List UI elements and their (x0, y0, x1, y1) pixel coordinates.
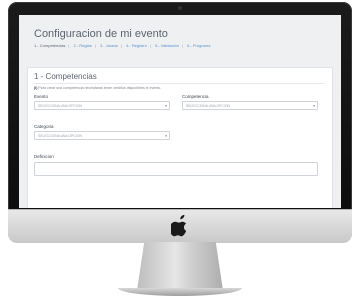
step-registro[interactable]: 4.- Registro (126, 43, 147, 48)
categoria-placeholder: SELECCIONA UNA OPCION (38, 134, 82, 138)
page-title: Configuracion de mi evento (34, 28, 168, 40)
section-title: 1 - Competencias (34, 72, 97, 81)
competencia-placeholder: SELECCIONA UNA OPCION (186, 104, 230, 108)
divider (34, 83, 324, 84)
step-jurado[interactable]: 3.- Jurado (100, 43, 118, 48)
definicion-label: Definicion (34, 154, 54, 159)
step-competencias[interactable]: 1.- Competencias (34, 43, 65, 48)
monitor-chin (8, 209, 352, 243)
evento-select[interactable]: SELECCIONA UNA OPCION ▾ (34, 101, 170, 110)
step-separator: | (68, 43, 70, 48)
chevron-down-icon: ▾ (165, 134, 167, 138)
chevron-down-icon: ▾ (313, 104, 315, 108)
info-hint: (i) Para crear una competencia necesitar… (34, 86, 161, 90)
step-separator: | (181, 43, 183, 48)
step-programa[interactable]: 6.- Programa (187, 43, 210, 48)
apple-logo-icon (171, 215, 187, 237)
competencia-label: Competencia (182, 94, 209, 99)
imac-monitor: Configuracion de mi evento 1.- Competenc… (8, 2, 352, 243)
camera (178, 6, 182, 10)
step-validacion[interactable]: 5.- Validación (155, 43, 179, 48)
step-separator: | (149, 43, 151, 48)
competencias-card: 1 - Competencias (i) Para crear una comp… (27, 67, 333, 208)
hint-text: Para crear una competencia necesitaras t… (37, 86, 162, 90)
definicion-textarea[interactable] (34, 162, 318, 176)
evento-label: Evento (34, 94, 49, 99)
categoria-select[interactable]: SELECCIONA UNA OPCION ▾ (34, 131, 170, 140)
evento-placeholder: SELECCIONA UNA OPCION (38, 104, 82, 108)
stand-neck (136, 242, 224, 292)
step-separator: | (120, 43, 122, 48)
competencia-select[interactable]: SELECCIONA UNA OPCION ▾ (182, 101, 318, 110)
categoria-label: Categoria (34, 124, 54, 129)
step-separator: | (94, 43, 96, 48)
steps-breadcrumb: 1.- Competencias | 2.- Reglas | 3.- Jurado… (34, 43, 210, 48)
screen: Configuracion de mi evento 1.- Competenc… (19, 15, 341, 208)
chevron-down-icon: ▾ (165, 104, 167, 108)
stand-base (118, 288, 242, 296)
step-reglas[interactable]: 2.- Reglas (74, 43, 92, 48)
